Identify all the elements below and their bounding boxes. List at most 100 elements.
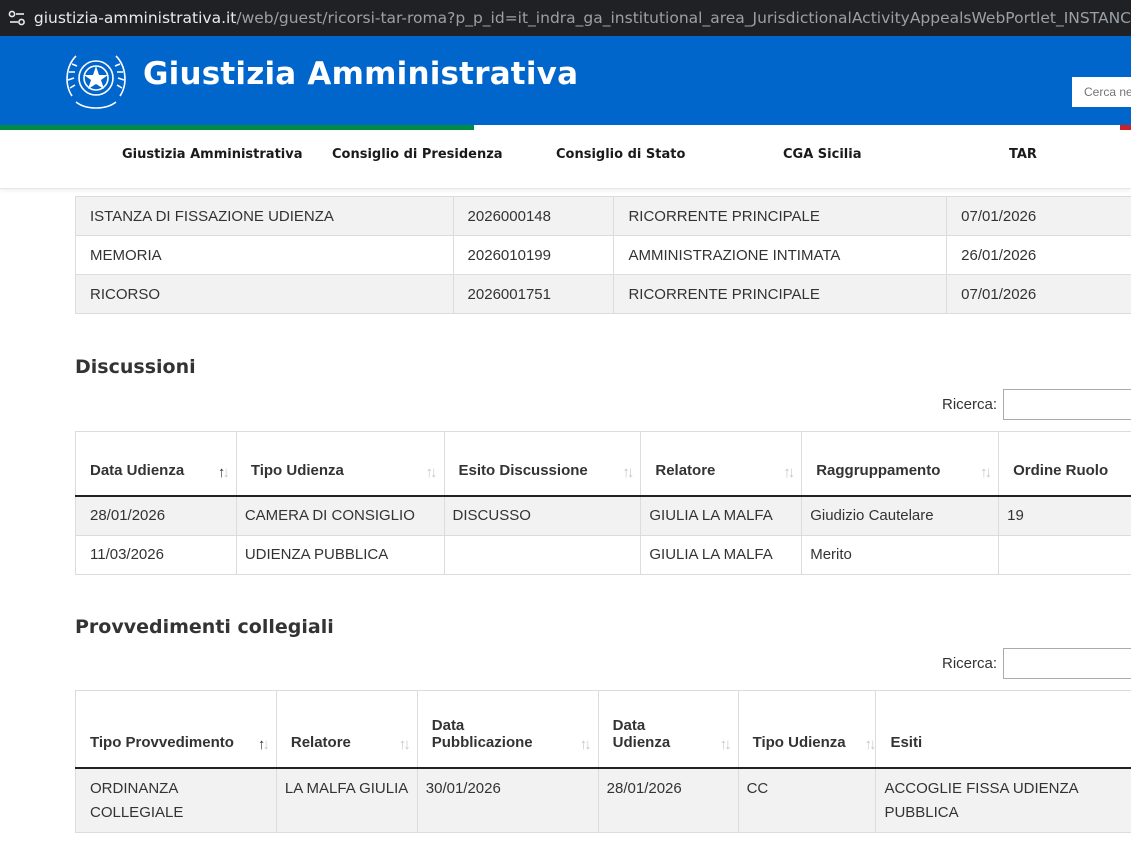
column-header-label: Tipo Udienza — [752, 733, 846, 751]
column-header-label: Udienza — [612, 733, 671, 751]
column-header-label: Tipo Provvedimento — [90, 733, 234, 751]
table-cell: GIULIA LA MALFA — [640, 495, 803, 536]
table-header-row: Data Udienza ↑↓ Tipo Udienza ↑↓ Esito Disc… — [75, 431, 1131, 497]
table-cell: RICORSO — [75, 274, 454, 314]
column-header-label: Esiti — [890, 733, 923, 751]
table-cell: 28/01/2026 — [597, 767, 739, 833]
table-cell: LA MALFA GIULIA — [275, 767, 418, 833]
table-cell: AMMINISTRAZIONE INTIMATA — [613, 235, 948, 275]
column-header-esito-discussione[interactable]: Esito Discussione ↑↓ — [443, 431, 642, 497]
column-header-label: Tipo Udienza — [250, 461, 344, 479]
column-header-label: Data — [431, 716, 465, 734]
column-header-tipo-udienza[interactable]: Tipo Udienza ↑↓ — [737, 690, 876, 769]
table-cell: RICORRENTE PRINCIPALE — [613, 196, 948, 236]
column-header-label: Raggruppamento — [816, 461, 941, 479]
sort-icon[interactable]: ↑↓ — [783, 464, 795, 481]
discussioni-search-label: Ricerca: — [942, 396, 998, 413]
table-cell: 07/01/2026 — [946, 196, 1131, 236]
nav-item-consiglio-di-presidenza[interactable]: Consiglio di Presidenza — [332, 147, 503, 162]
column-header-relatore[interactable]: Relatore ↑↓ — [275, 690, 418, 769]
column-header-data-udienza[interactable]: Data Udienza ↑↓ — [597, 690, 739, 769]
url-path: /web/guest/ricorsi-tar-roma?p_p_id=it_in… — [236, 9, 1131, 27]
table-cell — [443, 535, 642, 575]
column-header-ordine-ruolo[interactable]: Ordine Ruolo — [998, 431, 1131, 497]
atti-table: ISTANZA DI FISSAZIONE UDIENZA 2026000148… — [75, 196, 1131, 314]
table-cell: 28/01/2026 — [75, 495, 237, 536]
column-header-data-pubblicazione[interactable]: Data Pubblicazione ↑↓ — [416, 690, 599, 769]
table-cell: CC — [737, 767, 877, 833]
sort-icon[interactable]: ↑↓ — [399, 736, 411, 753]
column-header-label: Esito Discussione — [458, 461, 588, 479]
sort-icon[interactable]: ↑↓ — [720, 736, 732, 753]
column-header-tipo-provvedimento[interactable]: Tipo Provvedimento ↑↓ — [75, 690, 277, 769]
table-row: 28/01/2026 CAMERA DI CONSIGLIO DISCUSSO … — [75, 495, 1131, 536]
table-cell: ACCOGLIE FISSA UDIENZA PUBBLICA — [875, 767, 1131, 833]
column-header-relatore[interactable]: Relatore ↑↓ — [640, 431, 803, 497]
table-cell: 26/01/2026 — [946, 235, 1131, 275]
table-cell: UDIENZA PUBBLICA — [235, 535, 445, 575]
cell-line: COLLEGIALE — [90, 803, 184, 821]
sort-icon[interactable]: ↑↓ — [864, 736, 876, 753]
provvedimenti-title: Provvedimenti collegiali — [75, 616, 334, 638]
table-cell: Merito — [801, 535, 1000, 575]
column-header-label: Relatore — [290, 733, 351, 751]
discussioni-title: Discussioni — [75, 356, 196, 378]
table-row: 11/03/2026 UDIENZA PUBBLICA GIULIA LA MA… — [75, 535, 1131, 575]
table-cell: 11/03/2026 — [75, 535, 237, 575]
table-cell — [998, 535, 1131, 575]
nav-item-cga-sicilia[interactable]: CGA Sicilia — [783, 147, 861, 162]
table-cell: DISCUSSO — [443, 495, 642, 536]
table-cell: Giudizio Cautelare — [801, 495, 1000, 536]
sort-icon[interactable]: ↑↓ — [980, 464, 992, 481]
browser-address-bar[interactable]: giustizia-amministrativa.it/web/guest/ri… — [0, 0, 1131, 36]
provvedimenti-search-input[interactable] — [1003, 648, 1131, 679]
table-cell: ISTANZA DI FISSAZIONE UDIENZA — [75, 196, 454, 236]
discussioni-table: Data Udienza ↑↓ Tipo Udienza ↑↓ Esito Disc… — [75, 431, 1131, 575]
url-domain: giustizia-amministrativa.it — [33, 9, 237, 27]
site-title[interactable]: Giustizia Amministrativa — [143, 56, 578, 92]
table-cell: MEMORIA — [75, 235, 454, 275]
sort-icon[interactable]: ↑↓ — [580, 736, 592, 753]
column-header-tipo-udienza[interactable]: Tipo Udienza ↑↓ — [235, 431, 445, 497]
main-navigation: Giustizia Amministrativa Consiglio di Pr… — [0, 130, 1131, 189]
column-header-label: Data Udienza — [90, 461, 185, 479]
table-cell: 07/01/2026 — [946, 274, 1131, 314]
column-header-label: Ordine Ruolo — [1013, 461, 1109, 479]
table-cell: GIULIA LA MALFA — [640, 535, 803, 575]
sort-ascending-icon[interactable]: ↑↓ — [218, 464, 230, 481]
table-cell: CAMERA DI CONSIGLIO — [235, 495, 445, 536]
cell-line: ACCOGLIE FISSA UDIENZA — [884, 779, 1079, 797]
site-search-input[interactable] — [1072, 77, 1131, 107]
sort-ascending-icon[interactable]: ↑↓ — [258, 736, 270, 753]
provvedimenti-search-label: Ricerca: — [942, 655, 998, 672]
site-header: Giustizia Amministrativa — [0, 36, 1131, 125]
table-cell: 2026000148 — [452, 196, 615, 236]
column-header-data-udienza[interactable]: Data Udienza ↑↓ — [75, 431, 237, 497]
cell-line: ORDINANZA — [90, 779, 179, 797]
column-header-label: Data — [612, 716, 646, 734]
nav-item-tar[interactable]: TAR — [1009, 147, 1037, 162]
column-header-label: Pubblicazione — [431, 733, 533, 751]
table-row: ORDINANZA COLLEGIALE LA MALFA GIULIA 30/0… — [75, 767, 1131, 833]
column-header-raggruppamento[interactable]: Raggruppamento ↑↓ — [801, 431, 1000, 497]
column-header-label: Relatore — [655, 461, 716, 479]
site-settings-icon[interactable] — [0, 10, 34, 26]
table-row: MEMORIA 2026010199 AMMINISTRAZIONE INTIM… — [75, 235, 1131, 275]
table-cell: 30/01/2026 — [416, 767, 599, 833]
table-cell: 19 — [998, 495, 1131, 536]
cell-line: PUBBLICA — [884, 803, 959, 821]
nav-item-consiglio-di-stato[interactable]: Consiglio di Stato — [556, 147, 685, 162]
table-row: ISTANZA DI FISSAZIONE UDIENZA 2026000148… — [75, 196, 1131, 236]
nav-item-giustizia-amministrativa[interactable]: Giustizia Amministrativa — [122, 147, 302, 162]
table-header-row: Tipo Provvedimento ↑↓ Relatore ↑↓ Data Pubb… — [75, 690, 1131, 769]
table-cell: 2026001751 — [452, 274, 615, 314]
table-cell: ORDINANZA COLLEGIALE — [75, 767, 277, 833]
provvedimenti-table: Tipo Provvedimento ↑↓ Relatore ↑↓ Data Pubb… — [75, 690, 1131, 833]
table-row: RICORSO 2026001751 RICORRENTE PRINCIPALE… — [75, 274, 1131, 314]
italian-republic-emblem-icon[interactable] — [62, 44, 130, 116]
table-cell: RICORRENTE PRINCIPALE — [613, 274, 948, 314]
discussioni-search-input[interactable] — [1003, 389, 1131, 420]
column-header-esiti[interactable]: Esiti — [875, 690, 1131, 769]
sort-icon[interactable]: ↑↓ — [622, 464, 634, 481]
sort-icon[interactable]: ↑↓ — [426, 464, 438, 481]
